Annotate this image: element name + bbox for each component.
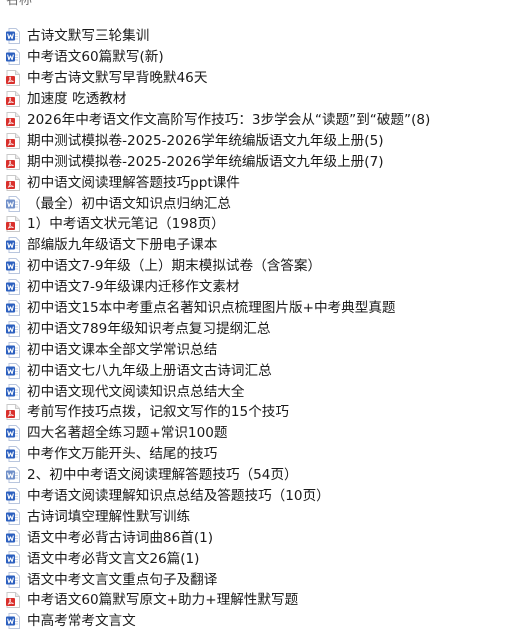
word-doc-icon bbox=[6, 341, 20, 358]
file-row[interactable]: 初中语文阅读理解答题技巧ppt课件 bbox=[0, 172, 528, 193]
file-row[interactable]: 初中语文789年级知识考点复习提纲汇总 bbox=[0, 318, 528, 339]
file-row[interactable]: 2、初中中考语文阅读理解答题技巧（54页） bbox=[0, 465, 528, 486]
file-name: 语文中考必背古诗词曲86首(1) bbox=[27, 529, 214, 546]
file-name: 中考语文60篇默写原文+助力+理解性默写题 bbox=[27, 592, 299, 609]
file-row[interactable]: 期中测试模拟卷-2025-2026学年统编版语文九年级上册(7) bbox=[0, 151, 528, 172]
file-row[interactable]: 初中语文课本全部文学常识总结 bbox=[0, 339, 528, 360]
file-name: 中考古诗文默写早背晚默46天 bbox=[27, 70, 208, 87]
file-name: 考前写作技巧点拨，记叙文写作的15个技巧 bbox=[27, 404, 289, 421]
file-name: 期中测试模拟卷-2025-2026学年统编版语文九年级上册(7) bbox=[27, 153, 384, 170]
file-name: 语文中考必背文言文26篇(1) bbox=[27, 550, 200, 567]
file-row[interactable]: 语文中考必背文言文26篇(1) bbox=[0, 548, 528, 569]
file-name: 2、初中中考语文阅读理解答题技巧（54页） bbox=[27, 467, 298, 484]
file-row[interactable]: 中考古诗文默写早背晚默46天 bbox=[0, 68, 528, 89]
word-doc-icon bbox=[6, 550, 20, 567]
word-doc-icon bbox=[6, 362, 20, 379]
file-row[interactable]: 语文中考必背古诗词曲86首(1) bbox=[0, 527, 528, 548]
file-name: 古诗文默写三轮集训 bbox=[27, 28, 150, 45]
file-name: 初中语文15本中考重点名著知识点梳理图片版+中考典型真题 bbox=[27, 300, 396, 317]
word-doc-icon bbox=[6, 49, 20, 66]
word-doc-icon bbox=[6, 488, 20, 505]
file-name: 初中语文现代文阅读知识点总结大全 bbox=[27, 383, 245, 400]
file-row[interactable]: 2026年中考语文作文高阶写作技巧：3步学会从“读题”到“破题”(8) bbox=[0, 110, 528, 131]
pdf-doc-icon bbox=[6, 174, 20, 191]
file-name: 古诗词填空理解性默写训练 bbox=[27, 508, 191, 525]
file-row[interactable]: 语文中考文言文重点句子及翻译 bbox=[0, 569, 528, 590]
file-name: 初中语文阅读理解答题技巧ppt课件 bbox=[27, 174, 240, 191]
word-doc-icon bbox=[6, 279, 20, 296]
file-row[interactable]: 中考语文60篇默写(新) bbox=[0, 47, 528, 68]
file-name: 四大名著超全练习题+常识100题 bbox=[27, 425, 228, 442]
file-name: 期中测试模拟卷-2025-2026学年统编版语文九年级上册(5) bbox=[27, 132, 384, 149]
word-doc-icon bbox=[6, 383, 20, 400]
pdf-doc-icon bbox=[6, 404, 20, 421]
word-doc-icon bbox=[6, 425, 20, 442]
file-row[interactable]: 期中测试模拟卷-2025-2026学年统编版语文九年级上册(5) bbox=[0, 130, 528, 151]
file-name: 2026年中考语文作文高阶写作技巧：3步学会从“读题”到“破题”(8) bbox=[27, 112, 431, 128]
pdf-doc-icon bbox=[6, 91, 20, 108]
file-name: 中考语文阅读理解知识点总结及答题技巧（10页） bbox=[27, 488, 330, 505]
word-doc-icon bbox=[6, 613, 20, 630]
file-name: 中高考常考文言文 bbox=[27, 613, 136, 630]
file-row[interactable]: （最全）初中语文知识点归纳汇总 bbox=[0, 193, 528, 214]
word-doc-icon bbox=[6, 237, 20, 254]
file-row[interactable]: 初中语文现代文阅读知识点总结大全 bbox=[0, 381, 528, 402]
file-name: 1）中考语文状元笔记（198页） bbox=[27, 216, 225, 233]
file-name: 初中语文七八九年级上册语文古诗词汇总 bbox=[27, 362, 272, 379]
file-row[interactable]: 加速度 吃透教材 bbox=[0, 89, 528, 110]
pdf-doc-icon bbox=[6, 153, 20, 170]
file-name: 初中语文789年级知识考点复习提纲汇总 bbox=[27, 320, 271, 337]
file-row[interactable]: 中考语文60篇默写原文+助力+理解性默写题 bbox=[0, 590, 528, 611]
file-name: 初中语文7-9年级（上）期末模拟试卷（含答案） bbox=[27, 258, 322, 275]
word-doc-icon bbox=[6, 195, 20, 212]
word-doc-icon bbox=[6, 446, 20, 463]
column-header-name[interactable]: 名称 bbox=[0, 0, 32, 11]
pdf-doc-icon bbox=[6, 112, 20, 128]
word-doc-icon bbox=[6, 571, 20, 588]
file-row[interactable]: 初中语文7-9年级（上）期末模拟试卷（含答案） bbox=[0, 256, 528, 277]
file-row[interactable]: 部编版九年级语文下册电子课本 bbox=[0, 235, 528, 256]
file-row[interactable]: 初中语文七八九年级上册语文古诗词汇总 bbox=[0, 360, 528, 381]
pdf-doc-icon bbox=[6, 216, 20, 233]
file-name: 中考语文60篇默写(新) bbox=[27, 49, 164, 66]
file-name: 初中语文7-9年级课内迁移作文素材 bbox=[27, 279, 240, 296]
word-doc-icon bbox=[6, 28, 20, 45]
file-row[interactable]: 四大名著超全练习题+常识100题 bbox=[0, 423, 528, 444]
file-list: 古诗文默写三轮集训 中考语文60篇默写(新) 中考古诗文默写早背晚默46天 加速度 吃… bbox=[0, 26, 528, 632]
file-row[interactable]: 初中语文15本中考重点名著知识点梳理图片版+中考典型真题 bbox=[0, 298, 528, 319]
file-row[interactable]: 古诗词填空理解性默写训练 bbox=[0, 506, 528, 527]
file-row[interactable]: 考前写作技巧点拨，记叙文写作的15个技巧 bbox=[0, 402, 528, 423]
word-doc-icon bbox=[6, 529, 20, 546]
file-name: （最全）初中语文知识点归纳汇总 bbox=[27, 195, 231, 212]
pdf-doc-icon bbox=[6, 70, 20, 87]
file-name: 加速度 吃透教材 bbox=[27, 91, 127, 108]
pdf-doc-icon bbox=[6, 132, 20, 149]
file-row[interactable]: 古诗文默写三轮集训 bbox=[0, 26, 528, 47]
file-row[interactable]: 中考作文万能开头、结尾的技巧 bbox=[0, 444, 528, 465]
word-doc-icon bbox=[6, 300, 20, 317]
file-name: 语文中考文言文重点句子及翻译 bbox=[27, 571, 218, 588]
word-doc-icon bbox=[6, 508, 20, 525]
file-row[interactable]: 中考语文阅读理解知识点总结及答题技巧（10页） bbox=[0, 486, 528, 507]
file-name: 初中语文课本全部文学常识总结 bbox=[27, 341, 218, 358]
pdf-doc-icon bbox=[6, 592, 20, 609]
file-row[interactable]: 中高考常考文言文 bbox=[0, 611, 528, 632]
word-doc-icon bbox=[6, 258, 20, 275]
word-doc-icon bbox=[6, 320, 20, 337]
word-doc-icon bbox=[6, 467, 20, 484]
file-row[interactable]: 初中语文7-9年级课内迁移作文素材 bbox=[0, 277, 528, 298]
file-row[interactable]: 1）中考语文状元笔记（198页） bbox=[0, 214, 528, 235]
file-name: 部编版九年级语文下册电子课本 bbox=[27, 237, 218, 254]
file-name: 中考作文万能开头、结尾的技巧 bbox=[27, 446, 218, 463]
